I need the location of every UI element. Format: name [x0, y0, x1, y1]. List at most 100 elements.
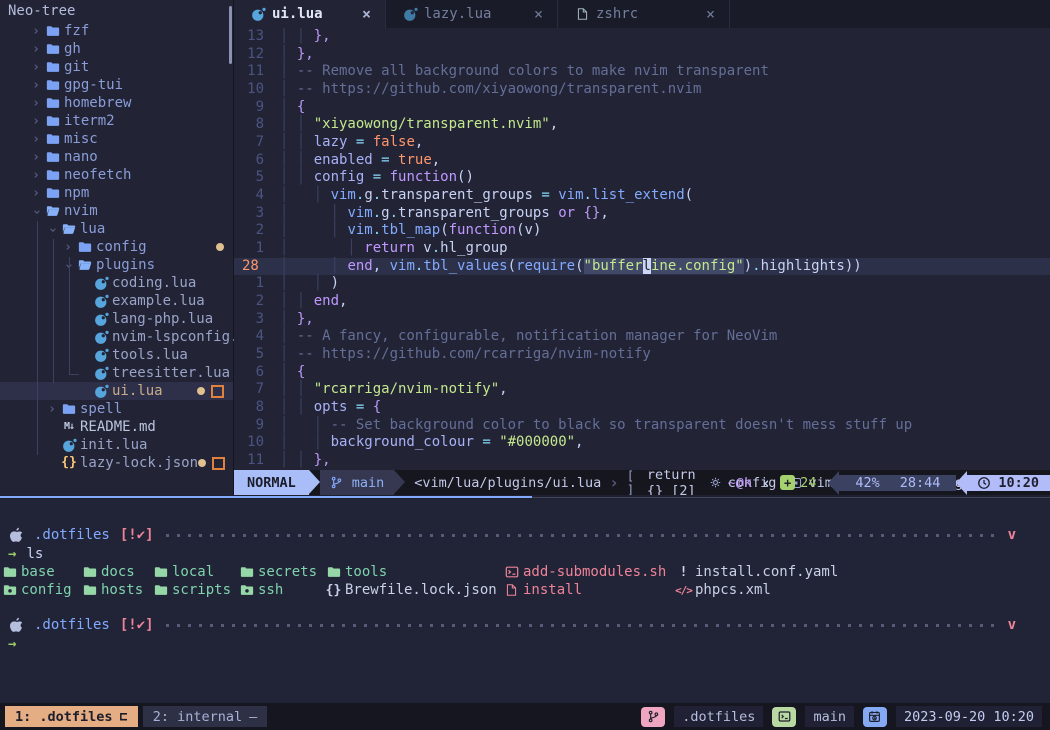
folder-icon [44, 60, 62, 74]
code-editor[interactable]: 13│ │ },12│ },11│ -- Remove all backgrou… [234, 28, 1050, 470]
prompt-arrow-icon: → [8, 635, 16, 653]
tree-item-homebrew[interactable]: ›homebrew [0, 94, 233, 112]
modified-dot [198, 459, 206, 467]
code-line[interactable]: 13│ │ }, [234, 28, 1050, 46]
line-number: 7 [234, 381, 280, 399]
code-line[interactable]: 4│ -- A fancy, configurable, notificatio… [234, 328, 1050, 346]
tmux-window-1: .dotfiles[interactable]: 1: .dotfiles⊏ [5, 706, 138, 727]
ls-output-row: confighostsscriptsssh{}Brewfile.lock.jso… [0, 581, 1050, 599]
tree-item-nvim[interactable]: ›nvim [0, 202, 233, 220]
ls-entry-tools: tools [326, 563, 387, 581]
chevron-right-icon: › [60, 238, 76, 257]
tree-item-config[interactable]: ›config [0, 238, 233, 256]
vi-mode-indicator: v [1008, 617, 1016, 633]
gear-icon [708, 476, 723, 489]
close-icon[interactable]: × [362, 5, 371, 23]
neotree-panel: Neo-tree ›fzf›gh›git›gpg-tui›homebrew›it… [0, 0, 234, 495]
tree-item-plugins[interactable]: ›plugins [0, 256, 233, 274]
shell-command-line[interactable]: → [0, 635, 1050, 653]
code-line[interactable]: 8│ │ "xiyaowong/transparent.nvim", [234, 116, 1050, 134]
folder-icon [82, 583, 97, 597]
line-number: 10 [234, 434, 280, 452]
line-number: 11 [234, 452, 280, 470]
tree-item-treesitter.lua[interactable]: treesitter.lua [0, 364, 233, 382]
tree-item-fzf[interactable]: ›fzf [0, 22, 233, 40]
code-line[interactable]: 10│ -- https://github.com/xiyaowong/tran… [234, 81, 1050, 99]
tree-item-nvim-lspconfig.[interactable]: nvim-lspconfig. [0, 328, 233, 346]
tab-lazy.lua[interactable]: lazy.lua× [386, 0, 558, 28]
code-line[interactable]: 12│ }, [234, 46, 1050, 64]
code-line[interactable]: 11│ -- Remove all background colors to m… [234, 63, 1050, 81]
tmux-window-2: internal[interactable]: 2: internal– [143, 706, 268, 727]
close-icon[interactable]: × [706, 5, 715, 23]
brackets-icon: [ ] [627, 469, 642, 497]
tab-zshrc[interactable]: zshrc× [558, 0, 730, 28]
folder-open-icon [44, 204, 62, 218]
line-number: 11 [234, 63, 280, 81]
folder-icon [44, 42, 62, 56]
tmux-status-text: 2023-09-20 10:20 [896, 706, 1042, 727]
code-line[interactable]: 5│ -- https://github.com/rcarriga/nvim-n… [234, 346, 1050, 364]
chevron-right-icon: › [28, 166, 44, 185]
prompt-directory: .dotfiles [34, 527, 110, 543]
code-line[interactable]: 10│ │ background_colour = "#000000", [234, 434, 1050, 452]
powerline-separator [956, 471, 967, 495]
code-line[interactable]: 3│ }, [234, 311, 1050, 329]
code-line-current[interactable]: 28│ │ end, vim.tbl_values(require("buffe… [234, 258, 1050, 276]
ls-entry-config: config [2, 581, 72, 599]
code-line[interactable]: 6│ { [234, 364, 1050, 382]
neotree-scrollbar[interactable] [229, 6, 232, 64]
tree-item-ui.lua[interactable]: ui.lua [0, 382, 233, 400]
code-line[interactable]: 7│ │ "rcarriga/nvim-notify", [234, 381, 1050, 399]
code-line[interactable]: 8│ │ opts = { [234, 399, 1050, 417]
line-number: 4 [234, 328, 280, 346]
tmux-status-text: .dotfiles [674, 706, 763, 727]
tree-item-git[interactable]: ›git [0, 58, 233, 76]
tree-item-lazy-lock.json[interactable]: {}lazy-lock.json [0, 454, 233, 472]
code-line[interactable]: 4│ │ vim.g.transparent_groups = vim.list… [234, 187, 1050, 205]
tree-item-tools.lua[interactable]: tools.lua [0, 346, 233, 364]
code-line[interactable]: 2│ │ end, [234, 293, 1050, 311]
shell-prompt: .dotfiles [!✔] v [0, 615, 1050, 635]
prompt-fill-dots [166, 624, 994, 627]
tree-item-coding.lua[interactable]: coding.lua [0, 274, 233, 292]
tree-item-spell[interactable]: ›spell [0, 400, 233, 418]
tree-item-neofetch[interactable]: ›neofetch [0, 166, 233, 184]
shell-pane[interactable]: .dotfiles [!✔] v →ls basedocslocalsecret… [0, 499, 1050, 703]
tree-item-nano[interactable]: ›nano [0, 148, 233, 166]
md-icon: M↓ [60, 418, 78, 436]
clock-time: 10:20 [998, 475, 1039, 491]
modified-dot [216, 243, 224, 251]
code-line[interactable]: 5│ │ config = function() [234, 169, 1050, 187]
line-number: 3 [234, 311, 280, 329]
code-line[interactable]: 3│ │ vim.g.transparent_groups or {}, [234, 205, 1050, 223]
tree-item-example.lua[interactable]: example.lua [0, 292, 233, 310]
tree-item-lua[interactable]: ›lua [0, 220, 233, 238]
line-number: 4 [234, 187, 280, 205]
close-icon[interactable]: × [534, 5, 543, 23]
chevron-right-icon: › [28, 130, 44, 149]
code-line[interactable]: 1│ │ ) [234, 275, 1050, 293]
tree-item-npm[interactable]: ›npm [0, 184, 233, 202]
tree-item-README.md[interactable]: M↓README.md [0, 418, 233, 436]
tree-item-misc[interactable]: ›misc [0, 130, 233, 148]
code-line[interactable]: 7│ │ lazy = false, [234, 134, 1050, 152]
code-line[interactable]: 9│ │ -- Set background color to black so… [234, 417, 1050, 435]
code-line[interactable]: 6│ │ enabled = true, [234, 152, 1050, 170]
powerline-separator [309, 470, 320, 494]
code-line[interactable]: 11│ │ }, [234, 452, 1050, 470]
tree-item-init.lua[interactable]: init.lua [0, 436, 233, 454]
folder-icon [153, 583, 168, 597]
tab-ui.lua[interactable]: ui.lua× [234, 0, 386, 28]
code-line[interactable]: 2│ │ vim.tbl_map(function(v) [234, 222, 1050, 240]
tree-indent-corner [69, 374, 79, 375]
code-line[interactable]: 1│ │ return v.hl_group [234, 240, 1050, 258]
powerline-separator [828, 471, 839, 495]
tree-item-iterm2[interactable]: ›iterm2 [0, 112, 233, 130]
tree-item-gh[interactable]: ›gh [0, 40, 233, 58]
code-line[interactable]: 9│ { [234, 99, 1050, 117]
tree-item-lang-php.lua[interactable]: lang-php.lua [0, 310, 233, 328]
tree-item-gpg-tui[interactable]: ›gpg-tui [0, 76, 233, 94]
chevron-down-icon: › [44, 220, 60, 239]
statusline-right: ~@k ‹ + 24 42% 28:44 10:20 [728, 470, 1050, 495]
